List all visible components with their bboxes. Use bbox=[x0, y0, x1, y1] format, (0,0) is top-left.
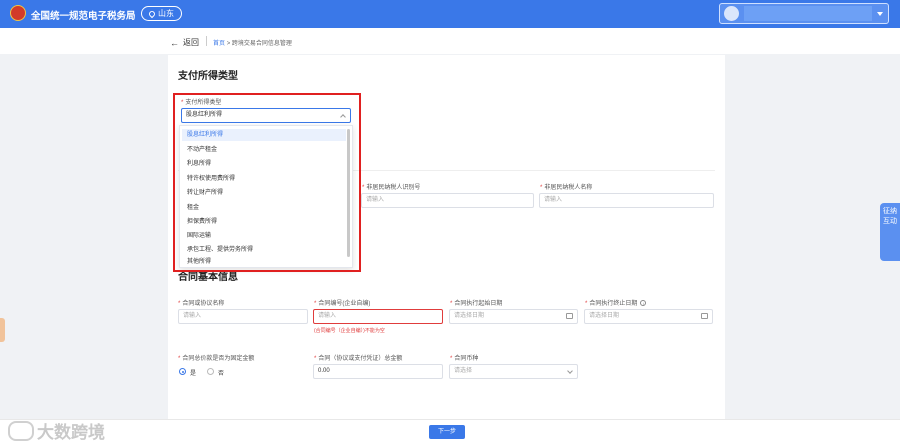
caret-down-icon bbox=[877, 12, 883, 16]
region-selector[interactable]: 山东 bbox=[141, 6, 182, 21]
breadcrumb-home[interactable]: 首页 bbox=[213, 41, 225, 47]
nonresident-name-label: * 非居民纳税人名称 bbox=[540, 185, 593, 191]
total-amount-label: * 合同（协议或支付凭证）总金额 bbox=[314, 356, 403, 362]
contract-no-label: * 合同编号(企业自编) bbox=[314, 301, 371, 307]
nonresident-id-input[interactable]: 请输入 bbox=[361, 193, 534, 208]
watermark-text: 大数跨境 bbox=[37, 423, 105, 442]
end-date-picker[interactable]: 请选择日期 bbox=[584, 309, 713, 324]
site-title: 全国统一规范电子税务局 bbox=[31, 11, 136, 22]
end-date-label: * 合同执行终止日期 i bbox=[585, 298, 647, 307]
nonresident-name-input[interactable]: 请输入 bbox=[539, 193, 714, 208]
arrow-left-icon: ← bbox=[170, 37, 179, 48]
fixed-amount-label: * 合同总价款是否为固定金额 bbox=[178, 356, 255, 362]
watermark-logo-icon bbox=[8, 420, 34, 441]
total-amount-input[interactable]: 0.00 bbox=[313, 364, 443, 379]
side-tab-interaction[interactable]: 征纳互动 bbox=[880, 203, 900, 261]
breadcrumb: 首页 > 跨境交易合同信息管理 bbox=[213, 38, 292, 47]
section-title-payment-type: 支付所得类型 bbox=[178, 71, 238, 82]
radio-yes[interactable] bbox=[179, 368, 186, 375]
user-menu[interactable] bbox=[719, 3, 889, 24]
region-label: 山东 bbox=[158, 9, 174, 18]
next-button[interactable]: 下一步 bbox=[429, 425, 465, 439]
currency-placeholder: 请选择 bbox=[454, 368, 473, 374]
watermark: 大数跨境 bbox=[8, 418, 105, 443]
start-date-label: * 合同执行起始日期 bbox=[450, 301, 503, 307]
annotation-highlight-box bbox=[173, 93, 361, 272]
top-bar: 全国统一规范电子税务局 山东 bbox=[0, 0, 900, 28]
contract-name-input[interactable]: 请输入 bbox=[178, 309, 308, 324]
contract-no-error: (合同编号（企业自编）)不能为空 bbox=[314, 328, 385, 334]
national-emblem-icon bbox=[10, 5, 26, 21]
left-floating-tab[interactable] bbox=[0, 318, 5, 342]
currency-select[interactable]: 请选择 bbox=[449, 364, 578, 379]
info-icon[interactable]: i bbox=[640, 300, 647, 306]
breadcrumb-bar bbox=[0, 28, 900, 54]
calendar-icon bbox=[701, 313, 708, 319]
start-date-picker[interactable]: 请选择日期 bbox=[449, 309, 578, 324]
radio-no-label: 否 bbox=[218, 371, 225, 377]
user-name bbox=[744, 6, 872, 21]
end-date-placeholder: 请选择日期 bbox=[589, 313, 620, 319]
breadcrumb-current: 跨境交易合同信息管理 bbox=[231, 41, 292, 47]
location-pin-icon bbox=[147, 9, 157, 18]
avatar bbox=[724, 6, 739, 21]
radio-no[interactable] bbox=[207, 368, 214, 375]
currency-label: * 合同币种 bbox=[450, 356, 479, 362]
breadcrumb-divider bbox=[206, 36, 207, 46]
contract-name-label: * 合同或协议名称 bbox=[178, 301, 225, 307]
chevron-down-icon bbox=[567, 368, 573, 374]
start-date-placeholder: 请选择日期 bbox=[454, 313, 485, 319]
back-label: 返回 bbox=[183, 38, 199, 47]
nonresident-id-label: * 非居民纳税人识别号 bbox=[362, 185, 421, 191]
calendar-icon bbox=[566, 313, 573, 319]
back-button[interactable]: ← 返回 bbox=[170, 37, 199, 48]
radio-yes-label: 是 bbox=[190, 371, 197, 377]
contract-no-input[interactable]: 请输入 bbox=[313, 309, 443, 324]
